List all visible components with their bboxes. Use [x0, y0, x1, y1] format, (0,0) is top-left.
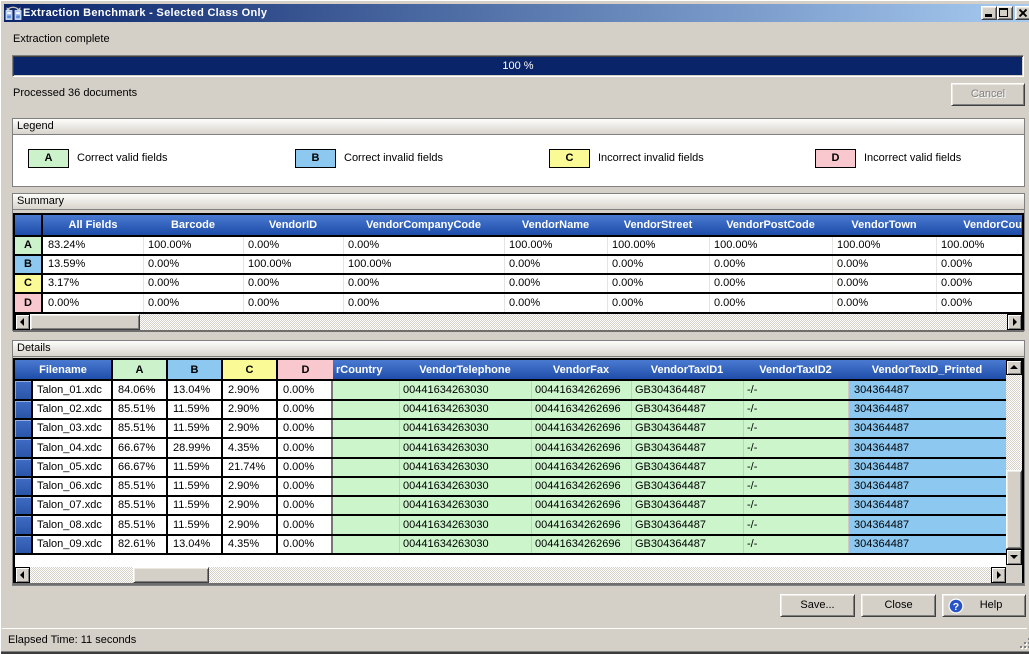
svg-text:?: ? — [953, 601, 959, 613]
